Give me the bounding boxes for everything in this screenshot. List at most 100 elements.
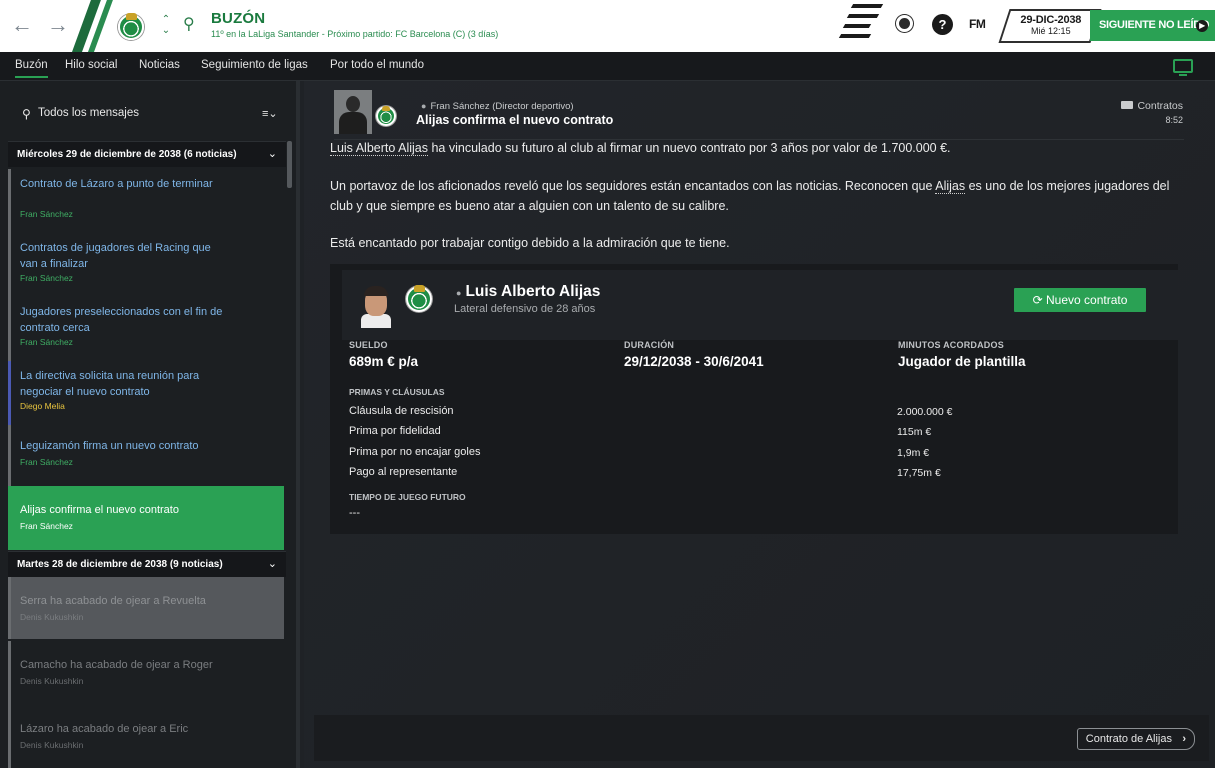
search-icon[interactable]: ⚲ [22, 107, 31, 121]
message-title: Contrato de Lázaro a punto de terminar [20, 178, 213, 190]
message-paragraph: Luis Alberto Alijas ha vinculado su futu… [330, 141, 951, 156]
search-icon[interactable]: ⚲ [183, 14, 201, 34]
updown-arrows-icon[interactable]: ⌃ ⌄ [160, 14, 172, 38]
tab-hilo-social[interactable]: Hilo social [65, 59, 117, 71]
player-contract-button[interactable]: Contrato de Alijas › [1076, 728, 1195, 750]
player-link[interactable]: Alijas [935, 179, 966, 194]
list-item[interactable]: Contratos de jugadores del Racing que va… [8, 233, 284, 297]
message-sender: Fran Sánchez [20, 337, 73, 347]
player-name[interactable]: ● Luis Alberto Alijas [456, 283, 600, 301]
message-title: Camacho ha acabado de ojear a Roger [20, 659, 213, 671]
date-text: 29-DIC-2038 [1020, 14, 1082, 26]
contract-card: ● Luis Alberto Alijas Lateral defensivo d… [330, 264, 1178, 534]
bonus-label: Prima por no encajar goles [349, 446, 481, 458]
message-title: La directiva solicita una reunión para n… [20, 370, 200, 398]
bonus-value: 17,75m € [897, 467, 941, 479]
message-category[interactable]: Contratos [1121, 100, 1183, 112]
sender-name[interactable]: ● Fran Sánchez (Director deportivo) [421, 101, 574, 112]
club-status-line[interactable]: 11º en la LaLiga Santander - Próximo par… [211, 29, 498, 39]
forward-arrow-icon[interactable]: → [46, 12, 70, 38]
day-group-header[interactable]: Martes 28 de diciembre de 2038 (9 notici… [8, 551, 286, 577]
list-item[interactable]: La directiva solicita una reunión para n… [8, 361, 284, 425]
football-icon[interactable] [896, 15, 913, 32]
bonus-label: Prima por fidelidad [349, 425, 441, 437]
message-sender: Fran Sánchez [20, 521, 73, 531]
duration-value: 29/12/2038 - 30/6/2041 [624, 354, 764, 369]
next-unread-label: SIGUIENTE NO LEÍDO [1099, 19, 1210, 31]
tag-icon [1121, 101, 1134, 109]
inbox-tabs: Buzón Hilo social Noticias Seguimiento d… [0, 52, 1215, 81]
message-sender: Denis Kukushkin [20, 612, 84, 622]
player-photo[interactable] [358, 282, 394, 328]
bonus-value: 2.000.000 € [897, 406, 953, 418]
list-item[interactable]: Camacho ha acabado de ojear a Roger Deni… [8, 641, 284, 705]
message-filter-label[interactable]: Todos los mensajes [38, 107, 139, 119]
message-title: Contratos de jugadores del Racing que va… [20, 242, 211, 270]
message-filter-row: ⚲ Todos los mensajes ≡⌄ [0, 81, 296, 141]
list-item[interactable]: Serra ha acabado de ojear a Revuelta Den… [8, 577, 284, 639]
duration-label: DURACIÓN [624, 340, 675, 350]
tab-por-todo-el-mundo[interactable]: Por todo el mundo [330, 59, 424, 71]
day-group-label: Miércoles 29 de diciembre de 2038 (6 not… [17, 149, 237, 160]
list-item[interactable]: Leguizamón firma un nuevo contrato Fran … [8, 425, 284, 489]
action-bar: Contrato de Alijas › [314, 715, 1209, 761]
bonus-value: 115m € [897, 426, 932, 438]
bonus-label: Pago al representante [349, 466, 458, 478]
salary-label: SUELDO [349, 340, 388, 350]
message-sender: Fran Sánchez [20, 273, 73, 283]
club-crest-icon[interactable] [118, 13, 144, 40]
chevron-down-icon[interactable]: ⌄ [268, 147, 277, 160]
list-item[interactable]: Contrato de Lázaro a punto de terminar F… [8, 169, 284, 233]
message-sender: Diego Melia [20, 401, 65, 411]
tv-view-icon[interactable] [1173, 59, 1193, 76]
message-subject: Alijas confirma el nuevo contrato [416, 113, 614, 127]
minutes-label: MINUTOS ACORDADOS [898, 340, 1004, 350]
game-date[interactable]: 29-DIC-2038 Mié 12:15 [998, 9, 1102, 43]
message-paragraph: Un portavoz de los aficionados reveló qu… [330, 179, 1170, 213]
chevron-right-icon: › [1182, 733, 1186, 745]
message-view: ● Fran Sánchez (Director deportivo) Alija… [304, 81, 1215, 768]
message-sender: Denis Kukushkin [20, 676, 84, 686]
minutes-value: Jugador de plantilla [898, 354, 1026, 369]
salary-value: 689m € p/a [349, 354, 419, 369]
new-contract-button[interactable]: ⟳ Nuevo contrato [1014, 288, 1146, 312]
next-unread-button[interactable]: SIGUIENTE NO LEÍDO ▶ [1090, 10, 1215, 41]
message-sender: Denis Kukushkin [20, 740, 84, 750]
game-speed-icon [838, 4, 884, 48]
player-link[interactable]: Luis Alberto Alijas [330, 141, 428, 156]
message-title: Serra ha acabado de ojear a Revuelta [20, 595, 206, 607]
bonus-value: 1,9m € [897, 447, 930, 459]
day-group-label: Martes 28 de diciembre de 2038 (9 notici… [17, 559, 223, 570]
message-title: Alijas confirma el nuevo contrato [20, 504, 179, 516]
back-arrow-icon[interactable]: ← [10, 12, 34, 38]
message-title: Jugadores preseleccionados con el fin de… [20, 306, 223, 334]
player-header: ● Luis Alberto Alijas Lateral defensivo d… [342, 270, 1178, 340]
page-title: BUZÓN [211, 10, 266, 27]
tab-noticias[interactable]: Noticias [139, 59, 180, 71]
message-title: Leguizamón firma un nuevo contrato [20, 440, 199, 452]
chevron-down-icon[interactable]: ⌄ [268, 557, 277, 570]
title-bar: ← → ⌃ ⌄ ⚲ BUZÓN 11º en la LaLiga Santande… [0, 0, 1215, 52]
filter-menu-icon[interactable]: ≡⌄ [262, 107, 278, 120]
future-playtime-label: TIEMPO DE JUEGO FUTURO [349, 492, 466, 502]
tab-buzon[interactable]: Buzón [15, 59, 48, 78]
list-item[interactable]: Lázaro ha acabado de ojear a Eric Denis … [8, 705, 284, 768]
fm-menu-logo[interactable]: FM [969, 17, 986, 31]
scrollbar[interactable] [287, 141, 292, 188]
club-crest-icon [406, 285, 432, 312]
help-icon[interactable]: ? [932, 14, 953, 35]
tab-seguimiento-ligas[interactable]: Seguimiento de ligas [201, 59, 308, 71]
play-icon: ▶ [1196, 20, 1208, 32]
future-playtime-value: --- [349, 507, 360, 519]
message-paragraph: Está encantado por trabajar contigo debi… [330, 236, 730, 250]
message-title: Lázaro ha acabado de ojear a Eric [20, 723, 189, 735]
weekday-time-text: Mié 12:15 [1031, 26, 1071, 36]
person-icon: ● [421, 101, 427, 111]
sender-avatar[interactable] [334, 90, 372, 134]
refresh-icon: ⟳ [1032, 293, 1043, 307]
day-group-header[interactable]: Miércoles 29 de diciembre de 2038 (6 not… [8, 141, 286, 167]
message-sender: Fran Sánchez [20, 209, 73, 219]
list-item-selected[interactable]: Alijas confirma el nuevo contrato Fran S… [8, 486, 284, 550]
person-icon: ● [456, 288, 462, 298]
list-item[interactable]: Jugadores preseleccionados con el fin de… [8, 297, 284, 361]
